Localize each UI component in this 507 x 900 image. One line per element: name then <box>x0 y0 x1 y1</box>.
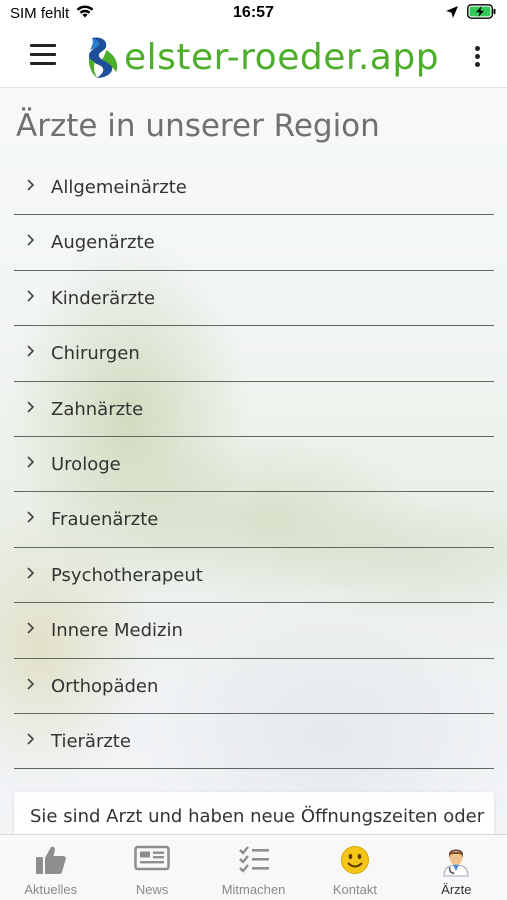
tab-mitmachen[interactable]: Mitmachen <box>203 835 304 900</box>
tab-label: Kontakt <box>332 882 377 897</box>
chevron-right-icon <box>26 455 36 469</box>
chevron-right-icon <box>26 732 36 746</box>
chevron-right-icon <box>26 344 36 358</box>
status-right <box>445 4 497 23</box>
tab-label: Aktuelles <box>24 882 78 897</box>
tab-label: Ärzte <box>441 882 472 897</box>
list-item-zahnaerzte[interactable]: Zahnärzte <box>14 382 494 437</box>
page-title: Ärzte in unserer Region <box>16 108 380 144</box>
doctor-info-card: Sie sind Arzt und haben neue Öffnungszei… <box>14 792 494 834</box>
chevron-right-icon <box>26 677 36 691</box>
list-item-orthopaeden[interactable]: Orthopäden <box>14 659 494 714</box>
newspaper-icon <box>101 845 202 875</box>
app-name: elster-roeder.app <box>124 37 440 78</box>
chevron-right-icon <box>26 621 36 635</box>
list-item-psychotherapeut[interactable]: Psychotherapeut <box>14 548 494 604</box>
more-options-icon[interactable] <box>475 46 481 70</box>
tab-kontakt[interactable]: Kontakt <box>304 835 405 900</box>
list-item-tieraerzte[interactable]: Tierärzte <box>14 714 494 770</box>
tab-label: News <box>135 882 169 897</box>
app-header: elster-roeder.app <box>0 28 507 88</box>
category-list: Allgemeinärzte Augenärzte Kinderärzte Ch… <box>14 160 494 770</box>
list-item-label: Innere Medizin <box>51 620 183 642</box>
list-item-urologe[interactable]: Urologe <box>14 437 494 493</box>
chevron-right-icon <box>26 233 36 247</box>
list-item-frauenaerzte[interactable]: Frauenärzte <box>14 492 494 548</box>
chevron-right-icon <box>26 289 36 303</box>
list-item-label: Orthopäden <box>51 675 159 697</box>
main-content: Ärzte in unserer Region Allgemeinärzte A… <box>0 88 507 834</box>
chevron-right-icon <box>26 400 36 414</box>
clock: 16:57 <box>233 4 274 21</box>
tab-label: Mitmachen <box>221 882 286 897</box>
app-logo <box>84 36 122 80</box>
list-item-label: Allgemeinärzte <box>51 177 187 198</box>
chevron-right-icon <box>26 510 36 524</box>
tab-bar: Aktuelles News Mitmachen Kontakt Ärzte <box>0 834 507 900</box>
list-item-label: Urologe <box>51 453 121 475</box>
list-item-label: Frauenärzte <box>51 509 159 531</box>
list-item-label: Tierärzte <box>51 730 131 752</box>
list-item-kinderaerzte[interactable]: Kinderärzte <box>14 271 494 327</box>
status-bar: SIM fehlt 16:57 <box>0 0 507 28</box>
thumbs-up-icon <box>0 845 101 875</box>
smiley-icon <box>304 845 405 875</box>
tab-aktuelles[interactable]: Aktuelles <box>0 835 101 900</box>
chevron-right-icon <box>26 178 36 192</box>
list-item-label: Kinderärzte <box>51 287 156 309</box>
info-card-text: Sie sind Arzt und haben neue Öffnungszei… <box>30 806 485 827</box>
list-item-label: Chirurgen <box>51 343 140 365</box>
list-item-chirurgen[interactable]: Chirurgen <box>14 326 494 382</box>
location-arrow-icon <box>445 5 459 23</box>
doctor-icon <box>406 845 507 877</box>
list-item-allgemeinaerzte[interactable]: Allgemeinärzte <box>14 160 494 216</box>
checklist-icon <box>203 845 304 875</box>
list-item-label: Zahnärzte <box>51 398 144 420</box>
list-item-label: Psychotherapeut <box>51 564 203 586</box>
battery-charging-icon <box>467 4 497 23</box>
tab-news[interactable]: News <box>101 835 202 900</box>
list-item-augenaerzte[interactable]: Augenärzte <box>14 215 494 271</box>
list-item-label: Augenärzte <box>51 232 155 254</box>
list-item-innere-medizin[interactable]: Innere Medizin <box>14 603 494 659</box>
tab-aerzte[interactable]: Ärzte <box>406 835 507 900</box>
chevron-right-icon <box>26 566 36 580</box>
menu-icon[interactable] <box>30 44 56 68</box>
